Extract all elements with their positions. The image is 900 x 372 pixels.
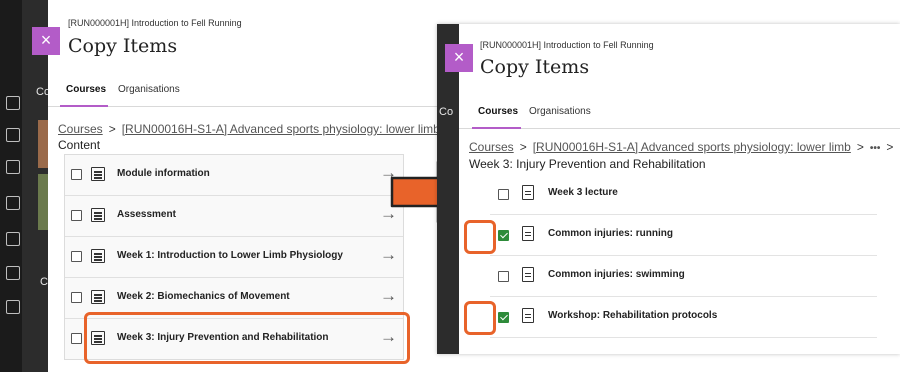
background-app: Co (437, 24, 459, 354)
background-nav-icon (6, 232, 20, 246)
item-label: Week 1: Introduction to Lower Limb Physi… (117, 250, 343, 261)
list-item[interactable]: Week 3 lecture (490, 174, 877, 215)
tab-courses[interactable]: Courses (66, 84, 106, 95)
item-label: Workshop: Rehabilitation protocols (548, 310, 718, 321)
background-nav-icon (6, 266, 20, 280)
list-item[interactable]: Common injuries: swimming (490, 256, 877, 297)
item-checkbox[interactable] (71, 210, 82, 221)
item-checkbox[interactable] (71, 333, 82, 344)
list-item[interactable]: Assessment → (65, 196, 403, 237)
course-code: [RUN000001H] Introduction to Fell Runnin… (480, 40, 654, 50)
background-nav-icon (6, 160, 20, 174)
more-options-icon[interactable]: ••• (870, 143, 881, 154)
document-icon (522, 267, 534, 282)
breadcrumb-separator: > (519, 140, 527, 154)
list-item[interactable]: Week 1: Introduction to Lower Limb Physi… (65, 237, 403, 278)
right-screenshot: Co × [RUN000001H] Introduction to Fell R… (437, 24, 900, 354)
folder-list-icon (91, 249, 105, 263)
item-label: Module information (117, 168, 210, 179)
item-checkbox-checked[interactable] (498, 312, 509, 323)
item-checkbox[interactable] (71, 169, 82, 180)
background-label: Co (439, 106, 454, 118)
folder-list-icon (91, 208, 105, 222)
background-app: Co C (0, 0, 50, 372)
page-title: Copy Items (480, 56, 590, 78)
highlight-box (464, 301, 496, 335)
document-icon (522, 185, 534, 200)
background-label: C (40, 276, 48, 288)
section-title: Content (58, 138, 101, 152)
tab-organisations[interactable]: Organisations (529, 106, 591, 117)
list-item[interactable]: Workshop: Rehabilitation protocols (490, 297, 877, 338)
breadcrumb-separator: > (886, 140, 894, 154)
background-nav-icon (6, 96, 20, 110)
breadcrumb-course-link[interactable]: [RUN00016H-S1-A] Advanced sports physiol… (533, 140, 851, 154)
breadcrumb-course-link[interactable]: [RUN00016H-S1-A] Advanced sports physiol… (122, 122, 440, 136)
breadcrumb-separator: > (108, 122, 116, 136)
section-title: Week 3: Injury Prevention and Rehabilita… (469, 157, 706, 171)
item-label: Common injuries: swimming (548, 269, 685, 280)
list-item[interactable]: Module information → (65, 155, 403, 196)
item-checkbox[interactable] (71, 292, 82, 303)
list-item[interactable]: Common injuries: running (490, 215, 877, 256)
close-button[interactable]: × (32, 27, 60, 55)
item-checkbox-checked[interactable] (498, 230, 509, 241)
course-code: [RUN000001H] Introduction to Fell Runnin… (68, 18, 242, 28)
breadcrumb: Courses > [RUN00016H-S1-A] Advanced sports… (469, 140, 899, 154)
background-sidebar (0, 0, 22, 372)
background-nav-icon (6, 300, 20, 314)
arrow-right-icon[interactable]: → (380, 245, 397, 265)
tab-bar: Courses Organisations (459, 98, 900, 129)
active-tab-indicator (472, 127, 521, 129)
breadcrumb: Courses > [RUN00016H-S1-A] Advanced sports… (58, 122, 449, 136)
item-checkbox[interactable] (498, 271, 509, 282)
document-icon (522, 308, 534, 323)
tab-courses[interactable]: Courses (478, 106, 518, 117)
copy-items-panel: [RUN000001H] Introduction to Fell Runnin… (459, 24, 900, 354)
breadcrumb-separator: > (856, 140, 864, 154)
close-button[interactable]: × (445, 44, 473, 72)
highlight-box (84, 312, 410, 364)
active-tab-indicator (60, 105, 108, 107)
item-label: Assessment (117, 209, 176, 220)
document-icon (522, 226, 534, 241)
folder-list-icon (91, 290, 105, 304)
item-label: Common injuries: running (548, 228, 673, 239)
folder-list-icon (91, 167, 105, 181)
page-title: Copy Items (68, 35, 178, 57)
background-nav-icon (6, 128, 20, 142)
highlight-box (464, 220, 496, 254)
background-nav-icon (6, 196, 20, 210)
item-label: Week 2: Biomechanics of Movement (117, 291, 290, 302)
arrow-right-icon[interactable]: → (380, 286, 397, 306)
tab-bar: Courses Organisations (48, 76, 449, 107)
item-label: Week 3 lecture (548, 187, 618, 198)
breadcrumb-courses-link[interactable]: Courses (469, 140, 514, 154)
item-checkbox[interactable] (498, 189, 509, 200)
item-checkbox[interactable] (71, 251, 82, 262)
breadcrumb-courses-link[interactable]: Courses (58, 122, 103, 136)
tab-organisations[interactable]: Organisations (118, 84, 180, 95)
